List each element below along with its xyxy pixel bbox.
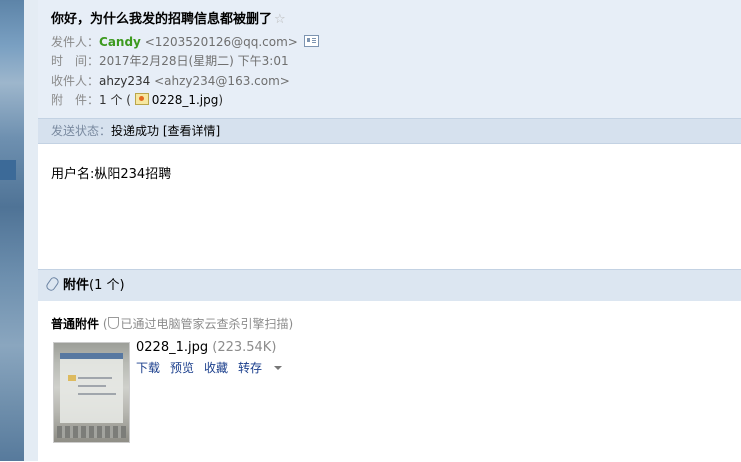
recipient-row: 收件人：ahzy234 <ahzy234@163.com> xyxy=(51,72,290,90)
paperclip-icon xyxy=(44,275,61,293)
attachment-meta-row: 附 件：1 个 ( 0228_1.jpg) xyxy=(51,91,223,109)
favorite-link[interactable]: 收藏 xyxy=(204,361,228,375)
mail-header: 你好，为什么我发的招聘信息都被删了 ☆ 发件人：Candy <1203520126… xyxy=(38,0,741,118)
attachments-panel: 附件(1 个) 普通附件 ( 已通过电脑管家云查杀引擎扫描) 0228_1.jpg… xyxy=(38,269,741,462)
mail-reader: 你好，为什么我发的招聘信息都被删了 ☆ 发件人：Candy <1203520126… xyxy=(38,0,741,462)
time-row: 时 间：2017年2月28日(星期二) 下午3:01 xyxy=(51,52,289,70)
attachment-file-link[interactable]: 0228_1.jpg xyxy=(152,93,219,107)
sender-email[interactable]: <1203520126@qq.com> xyxy=(145,35,298,49)
thumbnail-line xyxy=(78,385,106,387)
attachments-header: 附件(1 个) xyxy=(38,270,741,301)
attachments-count: (1 个) xyxy=(89,278,125,293)
send-status-label: 发送状态： xyxy=(51,124,112,138)
send-status-value: 投递成功 xyxy=(111,124,160,138)
attachment-actions: 下载 预览 收藏 转存 xyxy=(136,359,292,376)
thumbnail-folder-icon xyxy=(68,375,76,381)
time-label: 时 间： xyxy=(51,54,100,68)
view-details-link[interactable]: [查看详情] xyxy=(163,124,220,138)
send-status-bar: 发送状态：投递成功 [查看详情] xyxy=(38,118,741,144)
attachment-file-info: 0228_1.jpg (223.54K) xyxy=(136,340,276,355)
attachment-count-close: ) xyxy=(218,93,224,107)
thumbnail-line xyxy=(78,377,112,379)
mail-subject: 你好，为什么我发的招聘信息都被删了 ☆ xyxy=(51,8,286,27)
thumbnail-window xyxy=(60,353,123,423)
scan-note-open: ( xyxy=(102,317,108,331)
star-icon[interactable]: ☆ xyxy=(274,12,286,27)
thumbnail-line xyxy=(78,393,116,395)
left-background-strip xyxy=(0,0,24,461)
recipient-email[interactable]: <ahzy234@163.com> xyxy=(154,74,290,88)
subject-text: 你好，为什么我发的招聘信息都被删了 xyxy=(51,12,273,27)
save-to-link[interactable]: 转存 xyxy=(238,361,292,375)
preview-link[interactable]: 预览 xyxy=(170,361,194,375)
image-file-icon xyxy=(134,93,149,105)
recipient-name[interactable]: ahzy234 xyxy=(99,74,150,88)
save-to-label: 转存 xyxy=(238,361,263,375)
attachment-file-size: (223.54K) xyxy=(212,340,277,355)
normal-attachments-title: 普通附件 xyxy=(51,317,100,331)
attachments-title: 附件 xyxy=(63,278,90,293)
sender-name[interactable]: Candy xyxy=(99,35,141,49)
dropdown-caret-icon xyxy=(274,366,283,370)
thumbnail-keyboard xyxy=(57,426,126,438)
thumbnail-titlebar xyxy=(60,353,123,359)
download-link[interactable]: 下载 xyxy=(136,361,160,375)
sender-label: 发件人： xyxy=(51,35,100,49)
left-gutter xyxy=(24,0,39,461)
attachment-count: 1 个 ( xyxy=(99,93,131,107)
attachment-thumbnail[interactable] xyxy=(53,342,130,443)
attachment-file-name[interactable]: 0228_1.jpg xyxy=(136,340,208,355)
scan-note: 已通过电脑管家云查杀引擎扫描 xyxy=(120,317,289,331)
time-value: 2017年2月28日(星期二) 下午3:01 xyxy=(99,54,289,68)
left-strip-highlight xyxy=(0,160,16,180)
sender-row: 发件人：Candy <1203520126@qq.com> xyxy=(51,33,319,51)
normal-attachments-section: 普通附件 ( 已通过电脑管家云查杀引擎扫描) xyxy=(51,315,293,332)
mail-body: 用户名:枞阳234招聘 xyxy=(51,167,172,182)
contact-card-icon[interactable] xyxy=(303,35,319,47)
scan-note-close: ) xyxy=(288,317,294,331)
recipient-label: 收件人： xyxy=(51,74,100,88)
attachment-label: 附 件： xyxy=(51,93,100,107)
shield-icon xyxy=(107,317,119,329)
